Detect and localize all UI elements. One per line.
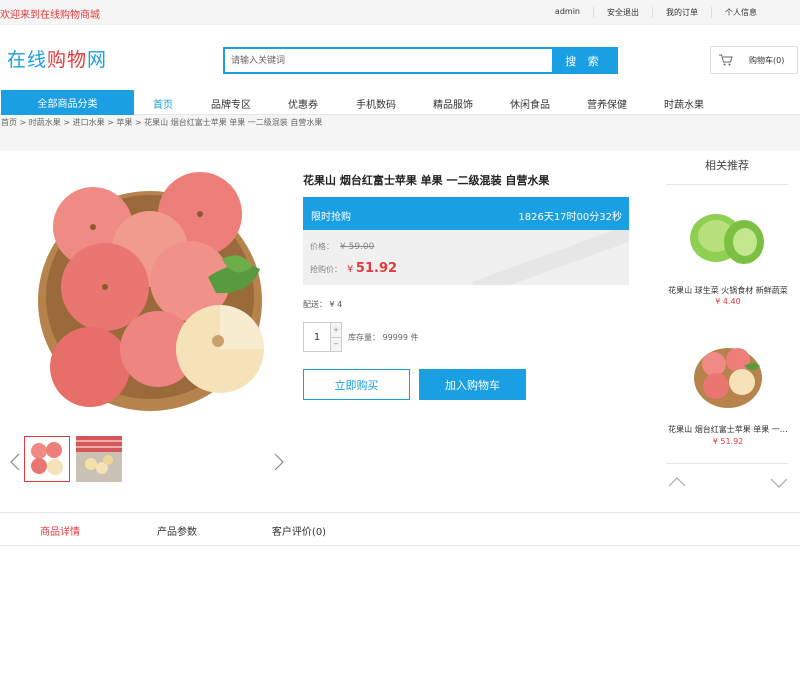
nav-item-health[interactable]: 营养保健: [587, 96, 627, 111]
recommend-up-arrow-icon[interactable]: [668, 477, 686, 487]
nav-item-coupons[interactable]: 优惠券: [288, 96, 318, 111]
gallery-prev-arrow-icon[interactable]: [10, 453, 20, 471]
recommend-item-price-2: ¥ 51.92: [712, 437, 744, 446]
header: 在线购物网 搜 索 购物车(0): [0, 25, 800, 90]
detail-tabs: 商品详情 产品参数 客户评价(0): [0, 512, 800, 546]
recommendations: 相关推荐 花果山 球生菜 火锅食材 新鲜蔬菜 ¥ 4.40 花果山 烟台红富士苹…: [666, 150, 800, 510]
my-orders-link[interactable]: 我的订单: [652, 7, 711, 18]
gallery-next-arrow-icon[interactable]: [274, 453, 284, 471]
logo-text-1: 在线: [7, 49, 48, 71]
nav-item-brands[interactable]: 品牌专区: [211, 96, 251, 111]
tab-product-details[interactable]: 商品详情: [40, 523, 80, 538]
recommend-item-name-2[interactable]: 花果山 烟台红富士苹果 单果 一…: [666, 424, 790, 435]
nav-item-snacks[interactable]: 休闲食品: [510, 96, 550, 111]
thumbnail-2[interactable]: [76, 436, 122, 482]
product-gallery: [0, 150, 295, 510]
search-input[interactable]: [225, 49, 552, 72]
nav-item-digital[interactable]: 手机数码: [356, 96, 396, 111]
all-categories-button[interactable]: 全部商品分类: [1, 90, 134, 115]
top-links: admin 安全退出 我的订单 个人信息: [542, 7, 770, 18]
countdown-timer: 1826天17时00分32秒: [518, 212, 622, 223]
tab-customer-reviews[interactable]: 客户评价(0): [272, 523, 326, 538]
site-logo[interactable]: 在线购物网: [7, 45, 107, 72]
flash-sale-label: 限时抢购: [311, 212, 351, 223]
thumbnail-sliced-apples-image: [76, 436, 122, 482]
recommend-title: 相关推荐: [705, 159, 749, 172]
original-price: ¥ 59.00: [340, 242, 375, 252]
cart-icon: [719, 54, 733, 66]
product-title: 花果山 烟台红富士苹果 单果 一二级混装 自营水果: [303, 174, 550, 187]
recommend-down-arrow-icon[interactable]: [770, 478, 788, 488]
thumbnail-1[interactable]: [24, 436, 70, 482]
logo-text-2: 购物: [47, 49, 88, 71]
flash-sale-bar: 限时抢购 1826天17时00分32秒: [303, 197, 629, 230]
shipping-fee: 配送： ¥ 4: [303, 300, 343, 309]
quantity-decrease-button[interactable]: −: [331, 337, 341, 351]
logo-text-3: 网: [87, 49, 108, 71]
main-product-image: [38, 172, 264, 411]
cart-label: 购物车(0): [749, 55, 785, 65]
cart-button[interactable]: 购物车(0): [710, 46, 798, 74]
recommend-lettuce-image[interactable]: [688, 202, 768, 272]
nav-item-apparel[interactable]: 精品服饰: [433, 96, 473, 111]
profile-link[interactable]: 个人信息: [711, 7, 770, 18]
currency-symbol: ¥: [347, 264, 354, 275]
buy-now-button[interactable]: 立即购买: [303, 369, 410, 400]
user-link[interactable]: admin: [542, 7, 593, 18]
price-box: 价格： ¥ 59.00 抢购价： ¥ 51.92: [303, 230, 629, 285]
breadcrumb[interactable]: 首页 > 时蔬水果 > 进口水果 > 苹果 > 花果山 烟台红富士苹果 单果 一…: [1, 117, 322, 128]
breadcrumb-band: 首页 > 时蔬水果 > 进口水果 > 苹果 > 花果山 烟台红富士苹果 单果 一…: [0, 115, 800, 151]
logout-link[interactable]: 安全退出: [593, 7, 652, 18]
recommend-item-price-1: ¥ 4.40: [715, 297, 741, 306]
quantity-stepper: 1 + −: [303, 322, 342, 352]
price-label: 价格：: [310, 242, 334, 251]
nav-item-produce[interactable]: 时蔬水果: [664, 96, 704, 111]
recommend-apple-image[interactable]: [688, 340, 768, 410]
nav-item-home[interactable]: 首页: [153, 96, 173, 111]
stock-count: 库存量： 99999 件: [348, 333, 419, 342]
thumbnail-apples-image: [25, 437, 69, 481]
top-bar: 欢迎来到在线购物商城 admin 安全退出 我的订单 个人信息: [0, 0, 800, 25]
recommend-item-name-1[interactable]: 花果山 球生菜 火锅食材 新鲜蔬菜: [666, 285, 790, 296]
add-to-cart-button[interactable]: 加入购物车: [419, 369, 526, 400]
quantity-input[interactable]: 1: [304, 323, 330, 351]
tab-product-specs[interactable]: 产品参数: [157, 523, 197, 538]
search-button[interactable]: 搜 索: [552, 49, 616, 72]
main-nav: 全部商品分类 首页 品牌专区 优惠券 手机数码 精品服饰 休闲食品 营养保健 时…: [0, 90, 800, 115]
flash-price-label: 抢购价：: [310, 265, 342, 274]
flash-price: 51.92: [355, 261, 398, 276]
search-bar: 搜 索: [223, 47, 618, 74]
quantity-increase-button[interactable]: +: [331, 323, 341, 338]
welcome-text: 欢迎来到在线购物商城: [0, 10, 100, 21]
